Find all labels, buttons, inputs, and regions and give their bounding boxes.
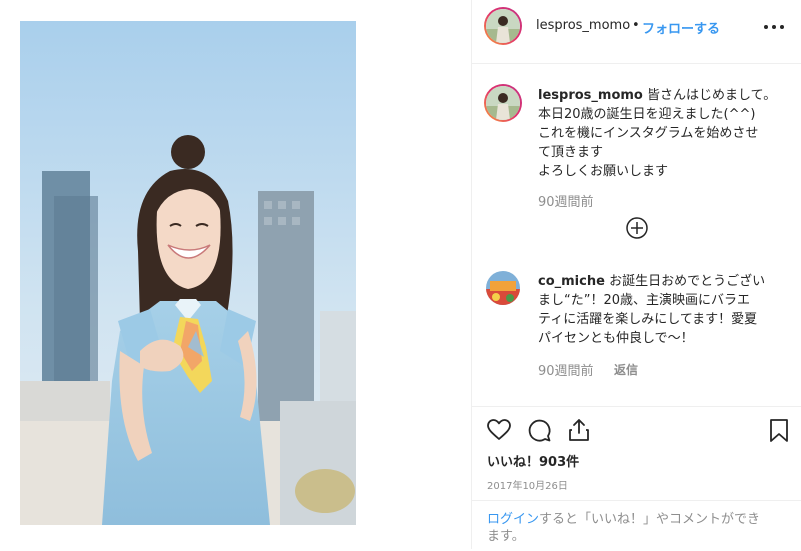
photo-panel (0, 0, 471, 549)
comment-time[interactable]: 90週間前 (538, 360, 594, 379)
caption-avatar-image (486, 86, 520, 120)
caption-line-0: 皆さんはじめまして。 (647, 88, 777, 103)
comment-icon[interactable] (526, 417, 552, 443)
login-link[interactable]: ログイン (487, 512, 539, 527)
login-text-a: すると「いいね！」やコメントができ (539, 512, 761, 527)
post-details: lespros_momo • フォローする lespros_momo 皆さんはじ… (472, 0, 801, 549)
action-bar: いいね！903件 2017年10月26日 ログインすると「いいね！」やコメントが… (472, 406, 801, 550)
caption-line-4: よろしくお願いします (538, 164, 669, 179)
follow-button[interactable]: フォローする (642, 18, 720, 37)
comment-avatar-image (486, 271, 520, 305)
caption-avatar[interactable] (484, 84, 522, 122)
likes-count[interactable]: いいね！903件 (487, 451, 579, 470)
comment-line-0: お誕生日おめでとうござい (609, 274, 766, 289)
post-date[interactable]: 2017年10月26日 (487, 477, 568, 492)
header-separator: • (632, 18, 640, 33)
comment-line-2: ティに活躍を楽しみにしてます！愛夏 (538, 312, 758, 327)
caption-text: lespros_momo 皆さんはじめまして。 本日20歳の誕生日を迎えました(… (538, 86, 778, 181)
caption-line-1: 本日20歳の誕生日を迎えました(^^) (538, 107, 756, 122)
header-username[interactable]: lespros_momo (536, 18, 630, 33)
caption-line-3: て頂きます (538, 145, 604, 160)
comment-text: co_miche お誕生日おめでとうござい まし“た”！20歳、主演映画にバラエ… (538, 272, 778, 348)
login-text: ログインすると「いいね！」やコメントができ ます。 (487, 511, 792, 545)
caption-time[interactable]: 90週間前 (538, 191, 594, 210)
comment-line-3: パイセンとも仲良しで～！ (538, 331, 694, 346)
reply-button[interactable]: 返信 (614, 361, 638, 378)
comment-line-1: まし“た”！20歳、主演映画にバラエ (538, 293, 751, 308)
bookmark-icon[interactable] (766, 417, 792, 443)
post-header: lespros_momo • フォローする (472, 0, 801, 64)
avatar[interactable] (484, 7, 522, 45)
login-prompt: ログインすると「いいね！」やコメントができ ます。 (472, 500, 801, 551)
comment-avatar[interactable] (486, 271, 520, 305)
login-text-b: ます。 (487, 529, 525, 544)
heart-icon[interactable] (486, 417, 512, 443)
share-icon[interactable] (566, 417, 592, 443)
load-more-icon[interactable] (626, 217, 648, 239)
more-icon[interactable] (762, 20, 786, 34)
post-photo[interactable] (20, 21, 356, 525)
avatar-image (486, 9, 520, 43)
caption-line-2: これを機にインスタグラムを始めさせ (538, 126, 759, 141)
comment-username[interactable]: co_miche (538, 274, 605, 289)
caption-username[interactable]: lespros_momo (538, 88, 643, 103)
